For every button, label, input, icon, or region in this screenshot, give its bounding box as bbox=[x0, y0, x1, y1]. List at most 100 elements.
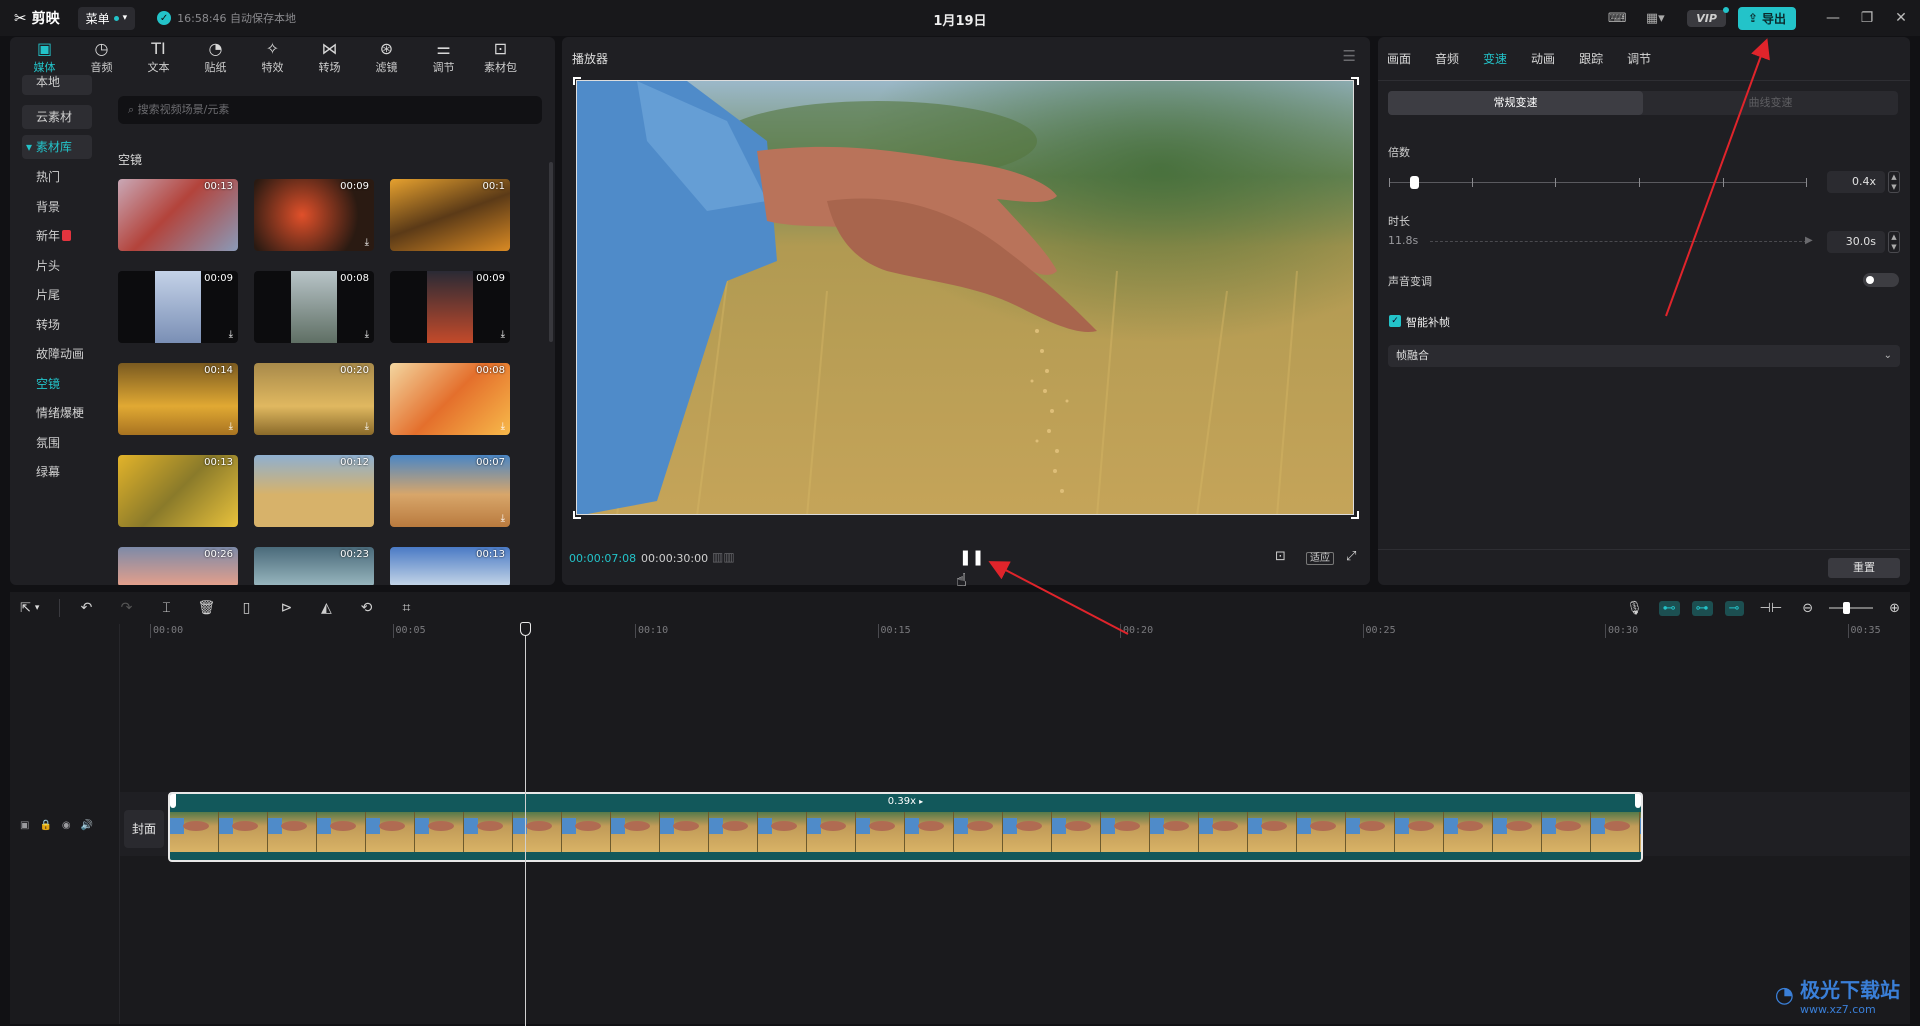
properties-tab[interactable]: 音频 bbox=[1435, 50, 1459, 67]
category-item[interactable]: 氛围 bbox=[22, 431, 92, 455]
tab-text[interactable]: TI 文本 bbox=[130, 37, 187, 79]
properties-tab[interactable]: 画面 bbox=[1387, 50, 1411, 67]
fullscreen-icon[interactable]: ⤢ bbox=[1346, 549, 1356, 564]
multiplier-stepper[interactable]: ▲ ▼ bbox=[1888, 171, 1900, 193]
tab-media[interactable]: ▣ 媒体 bbox=[16, 37, 73, 79]
audio-wave-icon[interactable]: ▥▥ bbox=[712, 550, 735, 564]
multiplier-slider-track[interactable] bbox=[1389, 182, 1807, 183]
zoom-out-icon[interactable]: ⊖ bbox=[1802, 601, 1813, 616]
keyboard-icon[interactable]: ⌨ bbox=[1603, 7, 1631, 29]
tab-audio[interactable]: ◷ 音频 bbox=[73, 37, 130, 79]
reverse-icon[interactable]: ⊳ bbox=[266, 600, 306, 616]
rotate-icon[interactable]: ⟲ bbox=[346, 600, 386, 616]
close-icon[interactable]: ✕ bbox=[1886, 10, 1916, 26]
crop-corner-br[interactable] bbox=[1351, 511, 1359, 519]
properties-tab[interactable]: 调节 bbox=[1627, 50, 1651, 67]
category-item[interactable]: 热门 bbox=[22, 165, 92, 189]
search-input[interactable]: ⌕ 搜索视频场景/元素 bbox=[118, 96, 542, 124]
media-thumbnail[interactable]: 00:13 bbox=[390, 547, 510, 585]
tab-effects[interactable]: ✧ 特效 bbox=[244, 37, 301, 79]
media-thumbnail[interactable]: 00:20 ⤓ bbox=[254, 363, 374, 435]
category-item[interactable]: 片尾 bbox=[22, 283, 92, 307]
linkage-icon[interactable]: ⊸ bbox=[1724, 600, 1744, 616]
download-icon[interactable]: ⤓ bbox=[229, 421, 233, 432]
hamburger-icon[interactable]: ☰ bbox=[1343, 47, 1356, 65]
normal-speed-tab[interactable]: 常规变速 bbox=[1388, 91, 1643, 115]
undo-icon[interactable]: ↶ bbox=[66, 600, 106, 616]
tab-package[interactable]: ⊡ 素材包 bbox=[472, 37, 529, 79]
fit-button[interactable]: 适应 bbox=[1306, 549, 1334, 565]
eye-icon[interactable]: ◉ bbox=[62, 820, 71, 831]
category-item[interactable]: 转场 bbox=[22, 313, 92, 337]
media-thumbnail[interactable]: 00:09 ⤓ bbox=[254, 179, 374, 251]
video-clip[interactable]: 0.39x ▸ bbox=[168, 792, 1643, 862]
media-thumbnail[interactable]: 00:14 ⤓ bbox=[118, 363, 238, 435]
category-item[interactable]: 情绪爆梗 bbox=[22, 401, 92, 425]
category-cloud[interactable]: 云素材 bbox=[22, 105, 92, 129]
duration-input[interactable]: 30.0s bbox=[1827, 231, 1885, 253]
restore-icon[interactable]: ❐ bbox=[1852, 10, 1882, 26]
speaker-icon[interactable]: 🔊 bbox=[81, 820, 93, 831]
split-icon[interactable]: ⌶ bbox=[146, 600, 186, 616]
screenshot-icon[interactable]: ⊡ bbox=[1275, 549, 1286, 564]
media-thumbnail[interactable]: 00:13 bbox=[118, 455, 238, 527]
media-thumbnail[interactable]: 00:09 ⤓ bbox=[390, 271, 510, 343]
select-tool[interactable]: ⇱ ▾ bbox=[14, 599, 45, 618]
download-icon[interactable]: ⤓ bbox=[365, 237, 369, 248]
auto-snap-icon[interactable]: ⊶ bbox=[1691, 600, 1713, 616]
vip-button[interactable]: VIP bbox=[1687, 6, 1729, 27]
tab-sticker[interactable]: ◔ 贴纸 bbox=[187, 37, 244, 79]
download-icon[interactable]: ⤓ bbox=[229, 329, 233, 340]
crop-corner-tr[interactable] bbox=[1351, 77, 1359, 85]
download-icon[interactable]: ⤓ bbox=[501, 421, 505, 432]
download-icon[interactable]: ⤓ bbox=[501, 329, 505, 340]
media-thumbnail[interactable]: 00:08 ⤓ bbox=[390, 363, 510, 435]
cover-button[interactable]: 封面 bbox=[124, 810, 164, 848]
duration-stepper[interactable]: ▲ ▼ bbox=[1888, 231, 1900, 253]
pause-button[interactable]: ❚❚ bbox=[959, 548, 984, 566]
category-local[interactable]: 本地 bbox=[22, 75, 92, 95]
media-thumbnail[interactable]: 00:13 bbox=[118, 179, 238, 251]
crop-corner-tl[interactable] bbox=[573, 77, 581, 85]
tab-transition[interactable]: ⋈ 转场 bbox=[301, 37, 358, 79]
tab-filter[interactable]: ⊛ 滤镜 bbox=[358, 37, 415, 79]
export-button[interactable]: ⇪ 导出 bbox=[1737, 6, 1796, 30]
category-item[interactable]: 新年 bbox=[22, 224, 92, 248]
crop-icon[interactable]: ⌗ bbox=[386, 600, 426, 616]
main-menu-button[interactable]: 菜单 ▾ bbox=[77, 6, 136, 30]
playhead-line[interactable] bbox=[525, 622, 526, 1026]
download-icon[interactable]: ⤓ bbox=[365, 421, 369, 432]
preview-axis-icon[interactable]: ⊣⊢ bbox=[1760, 601, 1783, 616]
delete-icon[interactable]: 🗑 bbox=[186, 600, 226, 616]
media-thumbnail[interactable]: 00:07 ⤓ bbox=[390, 455, 510, 527]
media-thumbnail[interactable]: 00:09 ⤓ bbox=[118, 271, 238, 343]
multiplier-slider-knob[interactable] bbox=[1410, 176, 1419, 189]
media-thumbnail[interactable]: 00:1 bbox=[390, 179, 510, 251]
video-preview[interactable] bbox=[576, 80, 1354, 515]
redo-icon[interactable]: ↷ bbox=[106, 600, 146, 616]
lock-icon[interactable]: 🔒 bbox=[39, 820, 51, 831]
properties-tab[interactable]: 跟踪 bbox=[1579, 50, 1603, 67]
frame-mode-select[interactable]: 帧融合 ⌄ bbox=[1388, 345, 1900, 367]
category-item[interactable]: 故障动画 bbox=[22, 342, 92, 366]
crop-corner-bl[interactable] bbox=[573, 511, 581, 519]
time-ruler[interactable]: 00:00 00:05 00:10 00:15 00:20 00:25 00:30 00:35 bbox=[120, 624, 1910, 640]
properties-tab[interactable]: 动画 bbox=[1531, 50, 1555, 67]
zoom-in-icon[interactable]: ⊕ bbox=[1889, 601, 1900, 616]
tab-adjust[interactable]: ⚌ 调节 bbox=[415, 37, 472, 79]
pitch-toggle[interactable] bbox=[1863, 273, 1899, 287]
reset-button[interactable]: 重置 bbox=[1828, 558, 1900, 578]
minimize-icon[interactable]: — bbox=[1818, 10, 1848, 26]
playhead-handle[interactable] bbox=[520, 622, 531, 636]
microphone-icon[interactable]: 🎙 bbox=[1626, 601, 1643, 616]
curve-speed-tab[interactable]: 曲线变速 bbox=[1643, 91, 1898, 115]
main-track-magnet-icon[interactable]: ⊷ bbox=[1658, 600, 1680, 616]
smart-frame-checkbox[interactable]: ✓ bbox=[1389, 315, 1401, 327]
freeze-icon[interactable]: ▯ bbox=[226, 600, 266, 616]
category-item[interactable]: 背景 bbox=[22, 195, 92, 219]
download-icon[interactable]: ⤓ bbox=[501, 513, 505, 524]
media-thumbnail[interactable]: 00:23 bbox=[254, 547, 374, 585]
properties-tab[interactable]: 变速 bbox=[1483, 50, 1507, 67]
category-item[interactable]: 空镜 bbox=[22, 372, 92, 396]
media-scrollbar[interactable] bbox=[549, 162, 553, 342]
